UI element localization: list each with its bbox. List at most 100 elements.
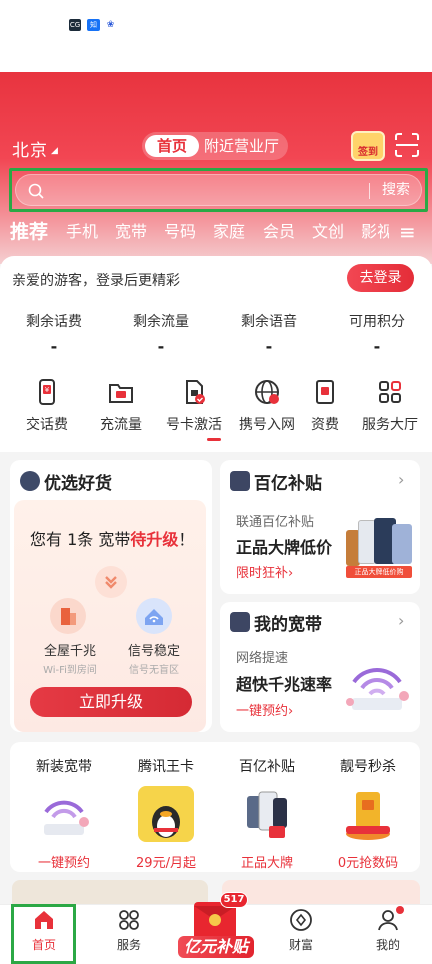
service-sim-activate[interactable]: 号卡激活 <box>154 378 234 434</box>
category-tabs: 推荐 手机 宽带 号码 家庭 会员 文创 影视 ≡ <box>0 218 432 246</box>
tab-label: 财富 <box>288 938 313 952</box>
category-tab[interactable]: 号码 <box>164 218 196 246</box>
tab-label: 我的 <box>375 938 400 952</box>
broadband-title: 我的宽带 <box>254 615 322 635</box>
search-input[interactable]: 搜索 <box>15 174 422 206</box>
scroll-indicator <box>207 438 221 441</box>
category-tab[interactable]: 会员 <box>263 218 295 246</box>
subsidy-title: 百亿补贴 <box>254 474 322 494</box>
promo-tencent-king-card[interactable]: 腾讯王卡 29元/月起 <box>116 756 216 871</box>
promo-title: 腾讯王卡 <box>138 759 194 775</box>
building-icon <box>50 598 86 634</box>
category-tab[interactable]: 宽带 <box>115 218 147 246</box>
baidu-paw-icon: ❀ <box>106 20 115 30</box>
data-folder-icon <box>107 378 135 406</box>
promo-title: 靓号秒杀 <box>340 759 396 775</box>
category-tab[interactable]: 家庭 <box>213 218 245 246</box>
subsidy-link[interactable]: 限时狂补› <box>236 562 293 581</box>
globe-icon <box>253 378 281 406</box>
service-label: 资费 <box>311 417 339 433</box>
service-tariff[interactable]: 资费 <box>292 378 358 434</box>
subsidy-headline: 正品大牌低价 <box>236 538 333 557</box>
service-label: 服务大厅 <box>362 417 418 433</box>
sim-activate-icon <box>180 378 208 406</box>
broadband-subtitle: 网络提速 <box>236 651 289 666</box>
center-tab-label: 亿元补贴 <box>178 936 254 958</box>
svg-text:¥: ¥ <box>45 386 50 394</box>
down-arrow-icon <box>95 566 127 598</box>
promo-title: 新装宽带 <box>36 759 92 775</box>
promo-subtitle: 正品大牌 <box>240 856 293 871</box>
user-icon <box>376 906 404 932</box>
notification-dot <box>396 906 404 914</box>
stat-data[interactable]: 剩余流量 - <box>111 311 211 356</box>
header-tab-switcher: 首页 附近营业厅 <box>142 132 288 160</box>
promo-subtitle: 0元抢数码 <box>337 856 399 871</box>
chevron-right-icon[interactable]: › <box>398 470 404 489</box>
category-tab[interactable]: 推荐 <box>10 218 48 246</box>
promo-subsidy[interactable]: 百亿补贴 正品大牌 <box>217 756 317 871</box>
service-hall-icon <box>376 378 404 406</box>
tab-home[interactable]: 首页 <box>145 135 199 157</box>
search-icon <box>28 183 44 199</box>
guest-greeting: 亲爱的游客，登录后更精彩 <box>12 273 180 289</box>
tab-wealth[interactable]: 财富 <box>271 908 331 953</box>
service-label: 号卡激活 <box>166 417 222 433</box>
feature-title: 全屋千兆 <box>43 644 96 659</box>
tab-billion-subsidy[interactable]: 517 亿元补贴 <box>176 892 256 958</box>
status-bar: CG 知乎 ❀ <box>0 0 432 72</box>
wifi-router-thumbnail <box>36 786 92 842</box>
sim-card-thumbnail <box>340 786 396 842</box>
service-data-topup[interactable]: 充流量 <box>81 378 161 434</box>
broadband-link-label: 一键预约 <box>236 704 289 719</box>
search-button[interactable]: 搜索 <box>376 180 416 200</box>
stat-value: - <box>265 337 273 356</box>
featured-goods-title: 优选好货 <box>44 474 112 494</box>
stat-balance[interactable]: 剩余话费 - <box>4 311 104 356</box>
wifi-router-image <box>344 652 410 714</box>
service-hall[interactable]: 服务大厅 <box>350 378 430 434</box>
shopping-bag-icon <box>230 471 250 491</box>
stat-label: 剩余话费 <box>26 314 82 330</box>
feature-subtitle: 信号无盲区 <box>129 665 179 676</box>
category-tab[interactable]: 影视 <box>361 218 389 246</box>
promo-lucky-number[interactable]: 靓号秒杀 0元抢数码 <box>318 756 418 871</box>
tab-nearby-stores[interactable]: 附近营业厅 <box>204 135 286 157</box>
service-phone-bill[interactable]: ¥ 交话费 <box>7 378 87 434</box>
tariff-icon <box>311 378 339 406</box>
phone-bill-icon: ¥ <box>33 378 61 406</box>
category-menu-icon[interactable]: ≡ <box>399 218 416 246</box>
promo-title: 百亿补贴 <box>239 759 295 775</box>
city-selector[interactable]: 北京 ◢ <box>12 136 59 161</box>
app-notification-icon: CG <box>69 19 81 31</box>
sign-in-button[interactable]: 签到 <box>351 131 385 161</box>
chevron-right-icon[interactable]: › <box>398 611 404 630</box>
broadband-link[interactable]: 一键预约› <box>236 700 293 719</box>
search-highlight-frame: 搜索 <box>9 168 428 212</box>
featured-goods-icon <box>20 471 40 491</box>
category-tab[interactable]: 文创 <box>312 218 344 246</box>
center-tab-badge: 517 <box>220 892 248 908</box>
feature-stable-signal: 信号稳定 信号无盲区 <box>119 640 189 676</box>
login-button[interactable]: 去登录 <box>347 264 414 292</box>
tencent-card-thumbnail <box>138 786 194 842</box>
stat-value: - <box>373 337 381 356</box>
search-divider <box>369 183 370 199</box>
promo-new-broadband[interactable]: 新装宽带 一键预约 <box>14 756 114 871</box>
category-tab[interactable]: 手机 <box>66 218 98 246</box>
subsidy-badge: 正品大牌低价购 <box>346 566 412 578</box>
scan-icon[interactable] <box>394 132 420 158</box>
tab-mine[interactable]: 我的 <box>358 906 418 953</box>
router-icon <box>230 612 250 632</box>
stat-voice[interactable]: 剩余语音 - <box>219 311 319 356</box>
tab-services[interactable]: 服务 <box>99 908 159 953</box>
phones-product-image: 正品大牌低价购 <box>344 516 414 580</box>
upgrade-now-button[interactable]: 立即升级 <box>30 687 192 717</box>
stat-points[interactable]: 可用积分 - <box>327 311 427 356</box>
subsidy-link-label: 限时狂补 <box>236 566 289 581</box>
stat-value: - <box>50 337 58 356</box>
wifi-house-icon <box>136 598 172 634</box>
services-grid-icon <box>117 908 141 932</box>
stat-label: 可用积分 <box>349 314 405 330</box>
home-tab-highlight-frame <box>11 904 76 964</box>
